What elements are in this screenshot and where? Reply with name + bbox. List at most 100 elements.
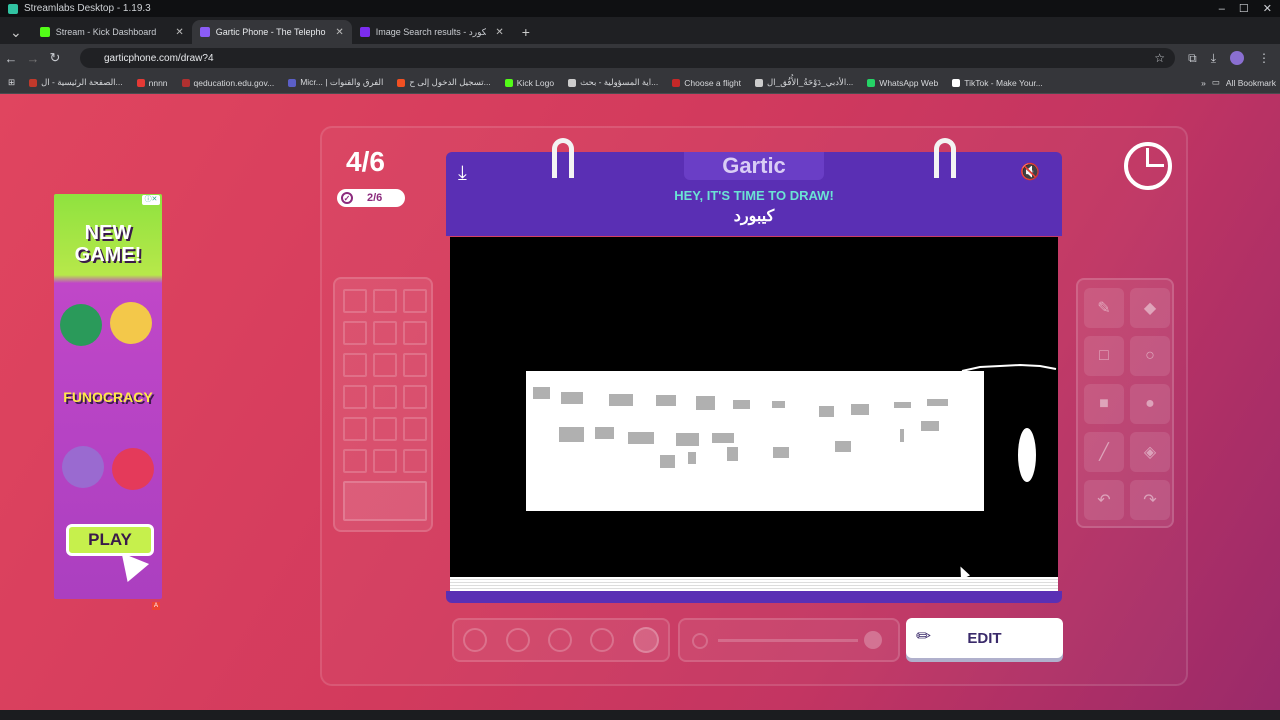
tab-label: Stream - Kick Dashboard (55, 27, 157, 37)
redo-icon[interactable]: ↷ (1130, 480, 1170, 520)
bookmark-item[interactable]: اية المسؤولية - بحث... (568, 77, 658, 88)
bookmark-item[interactable]: Kick Logo (504, 78, 554, 88)
tab-gartic-phone[interactable]: Gartic Phone - The Telephone G ✕ (191, 20, 352, 44)
filled-rectangle-icon[interactable]: ■ (1084, 384, 1124, 424)
taskbar (0, 710, 1280, 720)
ad-play-button[interactable]: PLAY (66, 524, 154, 556)
folder-icon: ▭ (1211, 77, 1220, 87)
bookmark-item[interactable]: WhatsApp Web (867, 78, 938, 88)
reload-icon[interactable]: ↻ (44, 50, 66, 66)
menu-icon[interactable]: ⋮ (1258, 51, 1270, 65)
color-swatch[interactable] (373, 385, 397, 409)
tab-kick-dashboard[interactable]: Stream - Kick Dashboard ✕ (32, 20, 192, 44)
gartic-logo: Gartic (684, 152, 824, 180)
slider-track[interactable] (718, 639, 858, 642)
color-swatch[interactable] (373, 449, 397, 473)
bookmark-label: Choose a flight (684, 77, 741, 88)
bookmark-item[interactable]: Choose a flight (672, 78, 741, 88)
bookmark-label: nnnn (148, 77, 168, 88)
color-swatch[interactable] (343, 321, 367, 345)
color-swatch[interactable] (343, 385, 367, 409)
brush-size-option[interactable] (505, 628, 530, 652)
color-swatch[interactable] (373, 353, 397, 377)
edit-button[interactable]: ✏ EDIT (906, 618, 1063, 658)
bookmark-star-icon[interactable]: ☆ (1154, 51, 1165, 65)
close-tab-icon[interactable]: ✕ (495, 27, 503, 38)
eraser-icon[interactable]: ◆ (1130, 288, 1170, 328)
browser-tools: ⧉ ⤓ ⋮ (1188, 48, 1270, 68)
fill-bucket-icon[interactable]: ◈ (1130, 432, 1170, 472)
profile-avatar[interactable] (1230, 51, 1244, 65)
tab-search-icon[interactable]: ⌄ (0, 20, 32, 44)
opacity-slider[interactable] (678, 618, 900, 662)
rectangle-icon[interactable]: □ (1084, 336, 1124, 376)
color-swatch[interactable] (373, 321, 397, 345)
custom-color-swatch[interactable] (343, 481, 427, 521)
tab-strip: ⌄ Stream - Kick Dashboard ✕ Gartic Phone… (0, 17, 1280, 44)
color-swatch[interactable] (343, 289, 367, 313)
bookmark-item[interactable]: TikTok - Make Your... (952, 78, 1043, 88)
brush-size-option[interactable] (632, 627, 659, 653)
brush-size-option[interactable] (547, 628, 572, 652)
close-tab-icon[interactable]: ✕ (335, 27, 343, 38)
bookmark-item[interactable]: Micr... | الفرق والقنوات (288, 77, 383, 88)
color-swatch[interactable] (373, 417, 397, 441)
close-window-icon[interactable]: ✕ (1263, 2, 1272, 15)
brush-size-option[interactable] (463, 628, 488, 652)
brush-size-option[interactable] (590, 628, 615, 652)
color-swatch[interactable] (373, 289, 397, 313)
new-tab-icon[interactable]: + (512, 20, 540, 44)
bookmark-item[interactable]: تسجيل الدخول إلى ح... (397, 77, 491, 88)
color-swatch[interactable] (403, 449, 427, 473)
mute-icon[interactable]: 🔇 (1020, 162, 1040, 182)
color-swatch[interactable] (403, 417, 427, 441)
extensions-icon[interactable]: ⧉ (1188, 51, 1197, 66)
maximize-icon[interactable]: ☐ (1239, 2, 1249, 15)
tab-label: Image Search results - ديسكورد (375, 26, 486, 37)
drawn-mouse-shape (1018, 428, 1036, 482)
drawing-canvas[interactable] (450, 237, 1058, 577)
slider-knob[interactable] (864, 631, 882, 649)
bookmark-label: الأدبي_دَوْحَةُ_الأُفُق_ال... (766, 77, 854, 87)
color-swatch[interactable] (403, 385, 427, 409)
color-swatch[interactable] (343, 353, 367, 377)
bookmark-label: WhatsApp Web (879, 77, 939, 88)
drawn-key (851, 404, 869, 415)
close-tab-icon[interactable]: ✕ (175, 27, 183, 38)
angry-face-icon (112, 448, 154, 490)
url-field[interactable]: garticphone.com/draw?4 ☆ (80, 48, 1175, 68)
apps-icon[interactable]: ⊞ (8, 77, 15, 88)
ad-headline: NEW GAME! (74, 222, 142, 266)
bookmark-item[interactable]: nnnn (136, 77, 168, 88)
bookmark-item[interactable]: qeducation.edu.gov... (181, 78, 274, 88)
filled-ellipse-icon[interactable]: ● (1130, 384, 1170, 424)
color-swatch[interactable] (403, 353, 427, 377)
chevron-right-icon[interactable]: » (1201, 78, 1206, 88)
undo-icon[interactable]: ↶ (1084, 480, 1124, 520)
all-bookmarks[interactable]: » ▭ All Bookmark (1201, 77, 1276, 88)
ad-flag-icon[interactable]: A (152, 602, 160, 610)
notebook-bottom (446, 591, 1062, 603)
color-swatch[interactable] (343, 417, 367, 441)
forward-icon[interactable]: → (22, 51, 44, 66)
pencil-icon[interactable]: ✎ (1084, 288, 1124, 328)
color-swatch[interactable] (403, 321, 427, 345)
ad-banner[interactable]: NEW GAME! FUNOCRACY PLAY (54, 194, 162, 599)
drawn-key (894, 402, 911, 408)
color-swatch[interactable] (403, 289, 427, 313)
download-icon[interactable]: ⤓ (1211, 51, 1216, 66)
bookmark-item[interactable]: الصفحة الرئيسية - ال... (29, 77, 123, 88)
back-icon[interactable]: ← (0, 51, 22, 66)
download-drawing-icon[interactable]: ⤓ (458, 162, 467, 185)
minimize-icon[interactable]: – (1219, 3, 1225, 15)
line-icon[interactable]: ╱ (1084, 432, 1124, 472)
ellipse-icon[interactable]: ○ (1130, 336, 1170, 376)
bookmark-item[interactable]: الأدبي_دَوْحَةُ_الأُفُق_ال... (754, 77, 854, 88)
color-swatch[interactable] (343, 449, 367, 473)
drawn-key (927, 399, 948, 406)
prompt-word: كيبورد (733, 208, 775, 225)
gartic-page: NEW GAME! FUNOCRACY PLAY ⓘ✕ A 4/6 ✓ 2/6 (0, 94, 1280, 710)
ad-info-icon[interactable]: ⓘ✕ (142, 195, 160, 205)
notebook-pages-edge (450, 577, 1058, 591)
tab-image-search[interactable]: Image Search results - ديسكورد ✕ (352, 20, 512, 44)
